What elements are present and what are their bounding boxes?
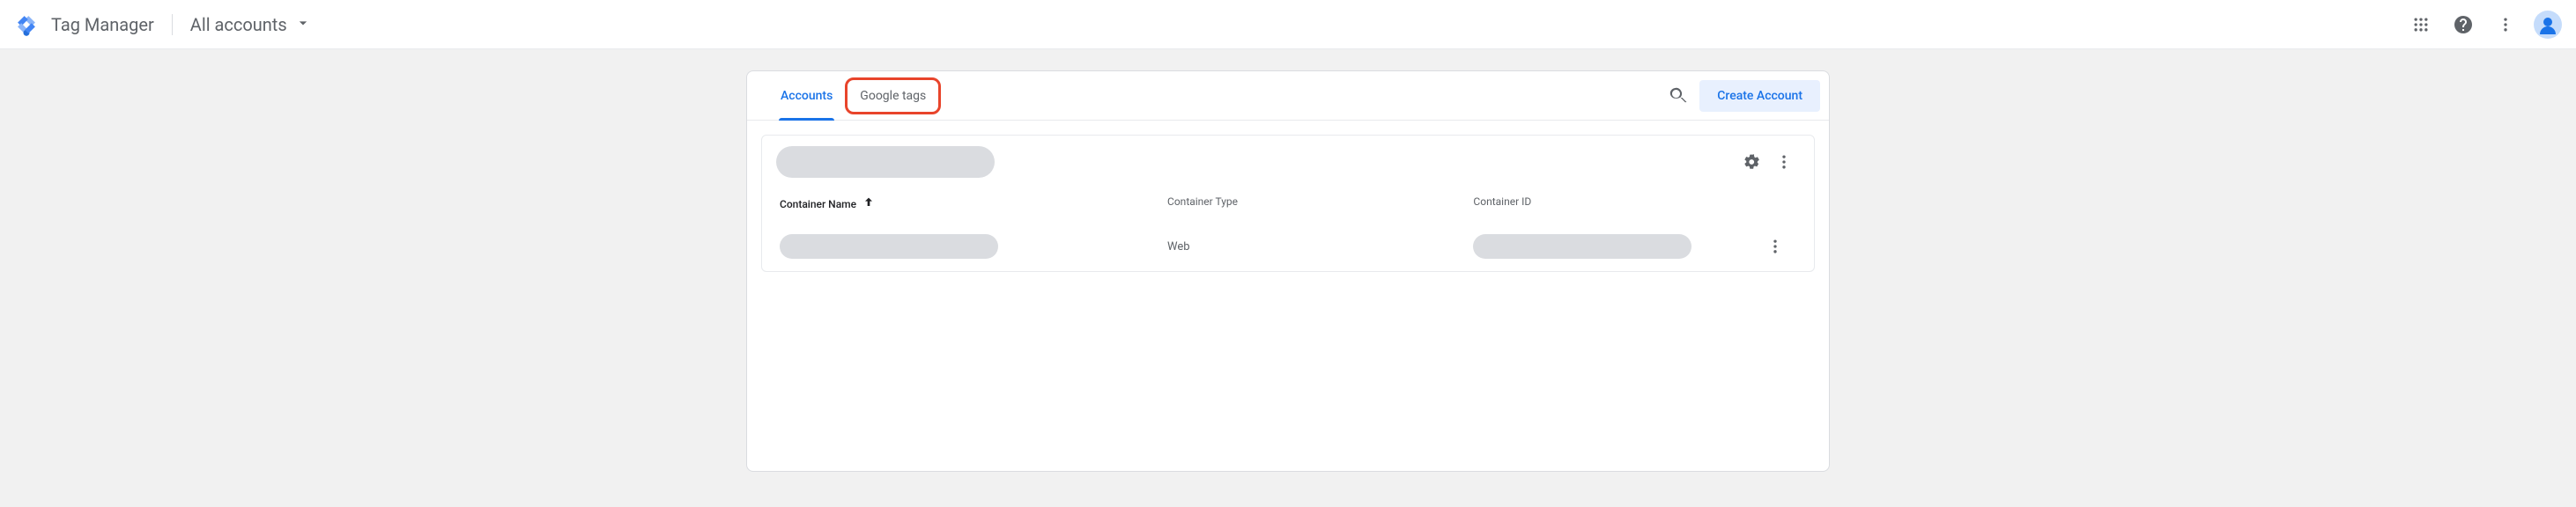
app-topbar: Tag Manager All accounts [0, 0, 2576, 49]
topbar-right-group [2403, 7, 2562, 42]
create-account-button[interactable]: Create Account [1699, 80, 1820, 112]
breadcrumb-label: All accounts [190, 14, 287, 35]
help-icon[interactable] [2446, 7, 2481, 42]
account-settings-button[interactable] [1736, 146, 1768, 178]
account-section: Container Name Container Type Container … [761, 135, 1815, 272]
tab-accounts-label: Accounts [781, 89, 833, 103]
account-name-redacted [776, 146, 995, 178]
topbar-overflow-button[interactable] [2488, 7, 2523, 42]
account-breadcrumb[interactable]: All accounts [173, 14, 312, 35]
column-header-container-name-label: Container Name [780, 198, 856, 210]
gear-icon [1743, 153, 1761, 171]
chevron-down-icon [294, 14, 312, 35]
column-header-container-type[interactable]: Container Type [1167, 195, 1473, 213]
page-body: Accounts Google tags Create Account [0, 49, 2576, 507]
more-vert-icon [1766, 238, 1784, 255]
search-icon [1668, 85, 1689, 107]
search-button[interactable] [1661, 78, 1696, 114]
account-header [762, 136, 1814, 188]
container-type-value: Web [1167, 240, 1190, 254]
tabs-row: Accounts Google tags Create Account [747, 71, 1829, 121]
tab-google-tags-label: Google tags [860, 89, 926, 103]
gtm-logo-icon [14, 12, 39, 37]
arrow-up-icon [862, 195, 876, 213]
table-row[interactable]: Web [762, 222, 1814, 271]
more-vert-icon [2497, 16, 2514, 33]
accounts-card: Accounts Google tags Create Account [746, 70, 1830, 472]
column-header-container-name[interactable]: Container Name [780, 195, 1167, 213]
account-avatar[interactable] [2534, 11, 2562, 39]
topbar-left-group: Tag Manager All accounts [14, 12, 312, 37]
product-name: Tag Manager [51, 14, 173, 35]
row-overflow-button[interactable] [1758, 229, 1793, 264]
more-vert-icon [1775, 153, 1793, 171]
account-overflow-button[interactable] [1768, 146, 1800, 178]
column-header-container-id[interactable]: Container ID [1473, 195, 1749, 213]
containers-table-header: Container Name Container Type Container … [762, 188, 1814, 222]
apps-icon[interactable] [2403, 7, 2439, 42]
container-name-redacted [780, 234, 998, 259]
tab-accounts[interactable]: Accounts [768, 71, 845, 121]
container-id-redacted [1473, 234, 1691, 259]
tab-google-tags[interactable]: Google tags [845, 77, 941, 114]
